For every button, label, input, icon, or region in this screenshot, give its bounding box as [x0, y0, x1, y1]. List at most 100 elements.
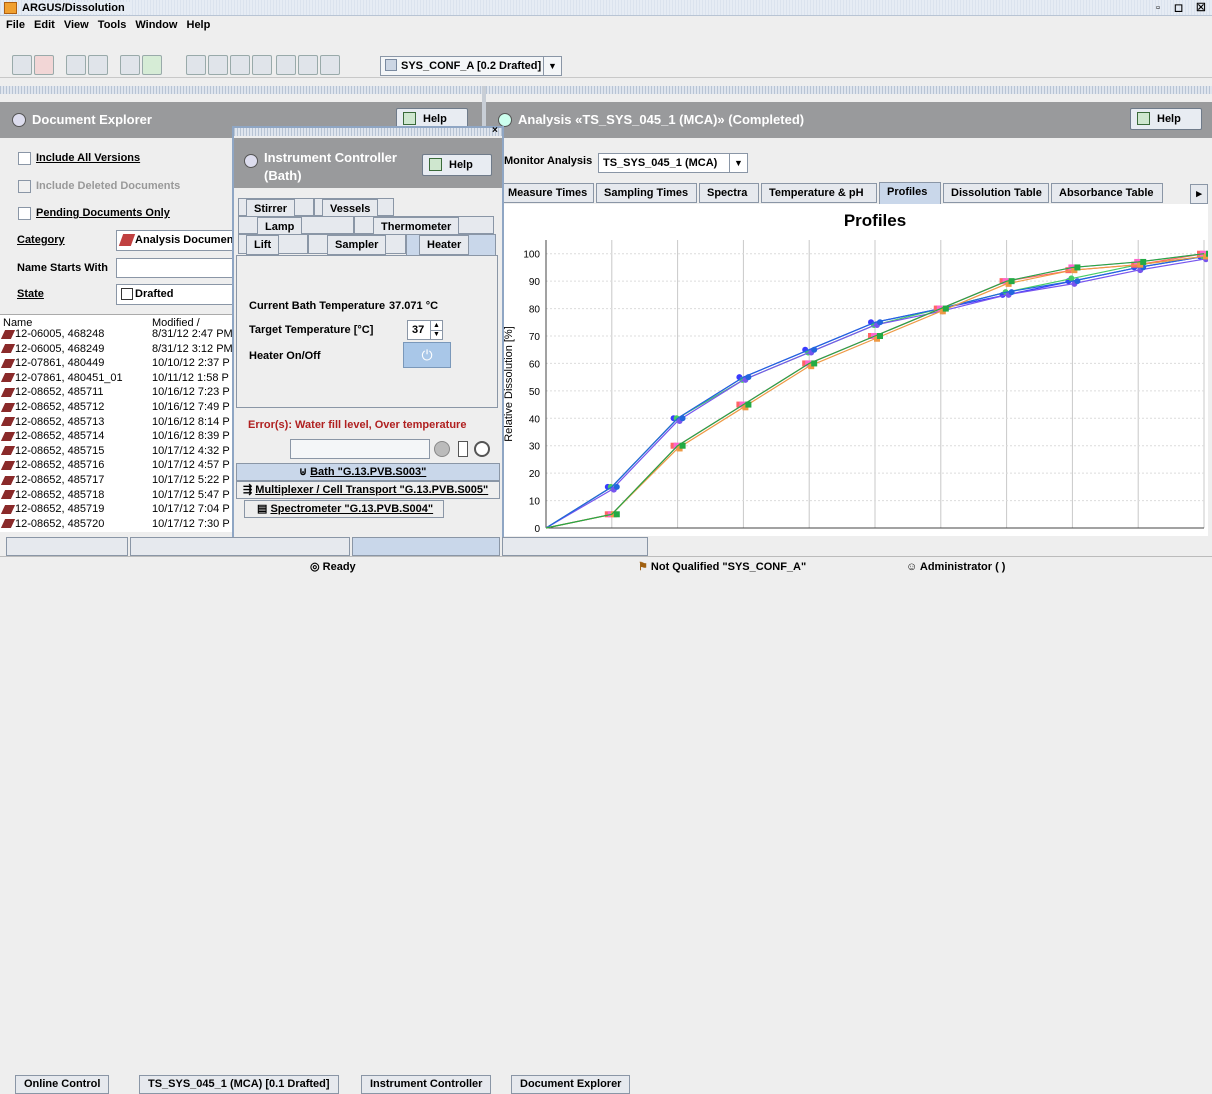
toolbar-view3-button[interactable] [230, 55, 250, 75]
stop-icon[interactable] [458, 441, 468, 457]
toolbar-validate-button[interactable] [142, 55, 162, 75]
close-icon[interactable]: ☒ [1196, 0, 1206, 16]
controller-command-input[interactable] [290, 439, 430, 459]
list-item-name: 12-08652, 485718 [15, 488, 105, 501]
stepper-up-icon[interactable]: ▲ [430, 321, 442, 330]
pending-only-checkbox[interactable] [18, 207, 31, 220]
list-item-name: 12-08652, 485717 [15, 474, 105, 486]
tab-heater[interactable]: ▚ Heater [406, 234, 496, 256]
heater-power-button[interactable]: ⏻ [403, 342, 451, 368]
list-item[interactable]: 12-08652, 485716 10/17/12 4:57 P [0, 459, 233, 472]
target-temp-stepper[interactable]: 37 ▲ ▼ [407, 320, 443, 340]
tab-temperature-ph[interactable]: Temperature & pH [761, 183, 877, 203]
toolbar-view7-button[interactable] [320, 55, 340, 75]
menu-tools[interactable]: Tools [98, 19, 127, 31]
list-item[interactable]: 12-08652, 485715 10/17/12 4:32 P [0, 444, 233, 457]
analysis-document-icon [0, 329, 16, 339]
analysis-document-icon [0, 417, 16, 427]
monitor-analysis-select[interactable]: TS_SYS_045_1 (MCA) ▼ [598, 153, 748, 173]
menu-bar: File Edit View Tools Window Help [0, 17, 1212, 34]
tab-lift[interactable]: ⇕ Lift [238, 234, 308, 255]
tab-analysis-document[interactable]: ◢ TS_SYS_045_1 (MCA) [0.1 Drafted] [130, 537, 350, 1094]
tab-thermometer[interactable]: ǀ Thermometer [354, 216, 494, 237]
y-tick-label: 40 [529, 414, 541, 425]
menu-file[interactable]: File [6, 19, 25, 31]
config-select[interactable]: SYS_CONF_A [0.2 Drafted] ▼ [380, 56, 562, 76]
tab-online-control[interactable]: ✿ Online Control [6, 537, 128, 1094]
list-item[interactable]: 12-06005, 468248 8/31/12 2:47 PM [0, 328, 233, 340]
list-item[interactable]: 12-08652, 485720 10/17/12 7:30 P [0, 518, 233, 530]
list-item[interactable]: 12-06005, 468249 8/31/12 3:12 PM [0, 343, 233, 355]
list-item[interactable]: 12-08652, 485713 10/16/12 8:14 P [0, 416, 233, 428]
controller-close-icon[interactable]: × [492, 125, 498, 136]
tab-sampler[interactable]: ǀ Sampler [308, 234, 406, 255]
list-item[interactable]: 12-08652, 485712 10/16/12 7:49 P [0, 401, 233, 413]
toolbar-view1-button[interactable] [186, 55, 206, 75]
toolbar-save-button[interactable] [66, 55, 86, 75]
bath-icon: ⊍ [299, 466, 311, 478]
toolbar-view2-button[interactable] [208, 55, 228, 75]
list-item-modified: 10/17/12 4:57 P [152, 459, 230, 472]
list-item-name: 12-08652, 485719 [15, 503, 105, 516]
y-tick-label: 90 [529, 277, 541, 288]
toolbar-view6-button[interactable] [298, 55, 318, 75]
config-icon [385, 59, 397, 71]
spectrometer-icon: ▤ [257, 503, 271, 515]
toolbar-new-button[interactable] [12, 55, 32, 75]
list-item[interactable]: 12-08652, 485719 10/17/12 7:04 P [0, 503, 233, 516]
include-deleted-checkbox[interactable] [18, 180, 31, 193]
data-point [745, 401, 752, 408]
tab-measure-times[interactable]: Measure Times [500, 183, 594, 203]
category-select[interactable]: Analysis Documen [116, 230, 234, 251]
help-icon [429, 158, 442, 171]
toolbar-edit-button[interactable] [120, 55, 140, 75]
minimize-icon[interactable]: ▫ [1156, 0, 1160, 16]
y-tick-label: 30 [529, 442, 541, 453]
toolbar-view4-button[interactable] [252, 55, 272, 75]
list-item[interactable]: 12-08652, 485717 10/17/12 5:22 P [0, 474, 233, 486]
tab-instrument-controller[interactable]: ◎ Instrument Controller [352, 537, 500, 1094]
tab-spectra[interactable]: Spectra [699, 183, 759, 203]
explorer-title: Document Explorer [32, 112, 152, 127]
multiplexer-button[interactable]: ⇶ Multiplexer / Cell Transport "G.13.PVB… [236, 481, 500, 499]
bath-button[interactable]: ⊍ Bath "G.13.PVB.S003" [236, 463, 500, 481]
toolbar-delete-button[interactable] [34, 55, 54, 75]
tab-scroll-right-icon[interactable]: ▸ [1190, 184, 1208, 204]
list-item-modified: 10/17/12 4:32 P [152, 444, 230, 457]
tab-absorbance-table[interactable]: Absorbance Table [1051, 183, 1163, 203]
tab-document-explorer[interactable]: ☍ Document Explorer [502, 537, 648, 1094]
toolbar-view5-button[interactable] [276, 55, 296, 75]
list-item[interactable]: 12-08652, 485714 10/16/12 8:39 P [0, 430, 233, 442]
list-item[interactable]: 12-08652, 485718 10/17/12 5:47 P [0, 488, 233, 501]
info-icon[interactable] [474, 441, 490, 457]
include-all-versions-checkbox[interactable] [18, 152, 31, 165]
controller-help-button[interactable]: Help [422, 154, 492, 176]
tab-stirrer[interactable]: Stirrer [238, 198, 314, 219]
window-title: ARGUS/Dissolution [22, 2, 131, 14]
stepper-down-icon[interactable]: ▼ [430, 330, 442, 339]
multiplexer-icon: ⇶ [243, 484, 256, 496]
menu-help[interactable]: Help [187, 19, 211, 31]
tab-lamp[interactable]: ✧ Lamp [238, 216, 354, 237]
state-select[interactable]: Drafted [116, 284, 234, 305]
list-item[interactable]: 12-08652, 485711 10/16/12 7:23 P [0, 386, 233, 398]
controller-drag-bar[interactable] [234, 128, 502, 136]
tab-dissolution-table[interactable]: Dissolution Table [943, 183, 1049, 203]
record-icon[interactable] [434, 441, 450, 457]
analysis-document-icon [0, 431, 16, 441]
menu-edit[interactable]: Edit [34, 19, 55, 31]
tab-sampling-times[interactable]: Sampling Times [596, 183, 697, 203]
tab-vessels[interactable]: Vessels [314, 198, 394, 219]
list-item[interactable]: 12-07861, 480451_01 10/11/12 1:58 P [0, 372, 233, 384]
state-label: State [17, 288, 44, 300]
data-point [613, 483, 620, 490]
spectrometer-button[interactable]: ▤ Spectrometer "G.13.PVB.S004" [244, 500, 444, 518]
tab-profiles[interactable]: Profiles [879, 182, 941, 204]
analysis-help-button[interactable]: Help [1130, 108, 1202, 130]
name-starts-input[interactable] [116, 258, 234, 278]
maximize-icon[interactable]: ◻ [1174, 0, 1183, 16]
menu-window[interactable]: Window [135, 19, 177, 31]
list-item[interactable]: 12-07861, 480449 10/10/12 2:37 P [0, 357, 233, 369]
menu-view[interactable]: View [64, 19, 89, 31]
toolbar-print-button[interactable] [88, 55, 108, 75]
